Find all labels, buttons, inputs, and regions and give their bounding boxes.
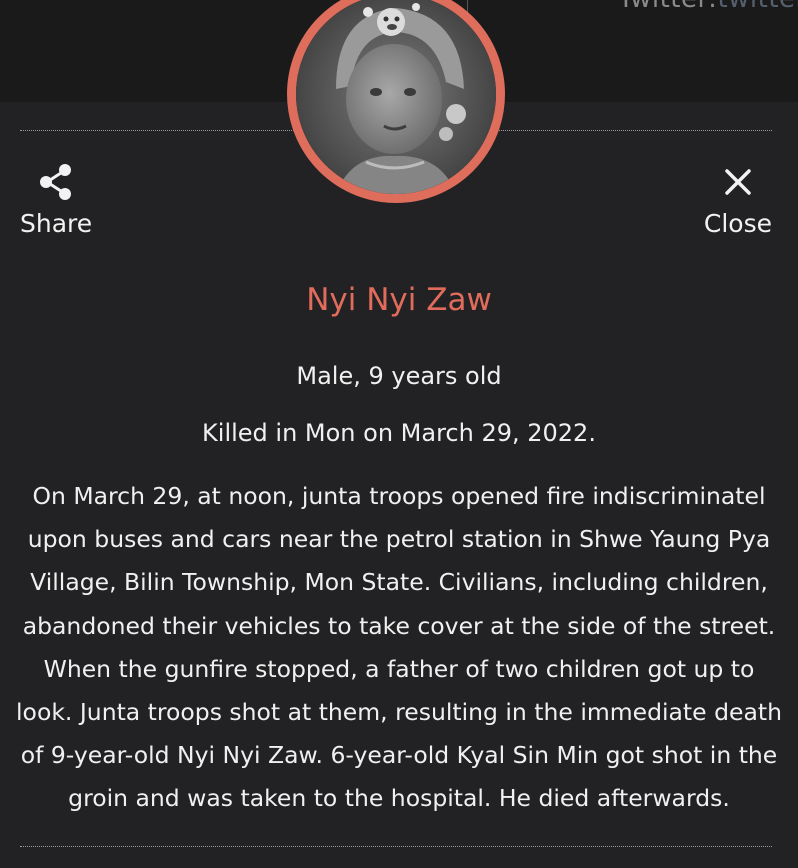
killed-info: Killed in Mon on March 29, 2022. bbox=[202, 419, 596, 447]
person-name: Nyi Nyi Zaw bbox=[306, 282, 492, 318]
child-photo-image bbox=[296, 0, 496, 194]
share-button[interactable]: Share bbox=[20, 162, 92, 240]
profile-photo bbox=[287, 0, 505, 203]
close-icon bbox=[718, 162, 758, 202]
twitter-link[interactable]: Twitter:twitter.c bbox=[618, 0, 798, 14]
story-text: On March 29, at noon, junta troops opene… bbox=[16, 482, 782, 813]
twitter-label: Twitter: bbox=[618, 0, 717, 14]
bottom-dotted-divider bbox=[20, 846, 772, 847]
close-button[interactable]: Close bbox=[704, 162, 772, 240]
close-label: Close bbox=[703, 209, 772, 238]
memorial-profile-page: Twitter:twitter.c bbox=[0, 0, 798, 868]
share-icon bbox=[36, 162, 76, 202]
gender-age: Male, 9 years old bbox=[296, 362, 502, 390]
twitter-handle[interactable]: twitter.c bbox=[717, 0, 798, 14]
share-label: Share bbox=[20, 209, 93, 238]
